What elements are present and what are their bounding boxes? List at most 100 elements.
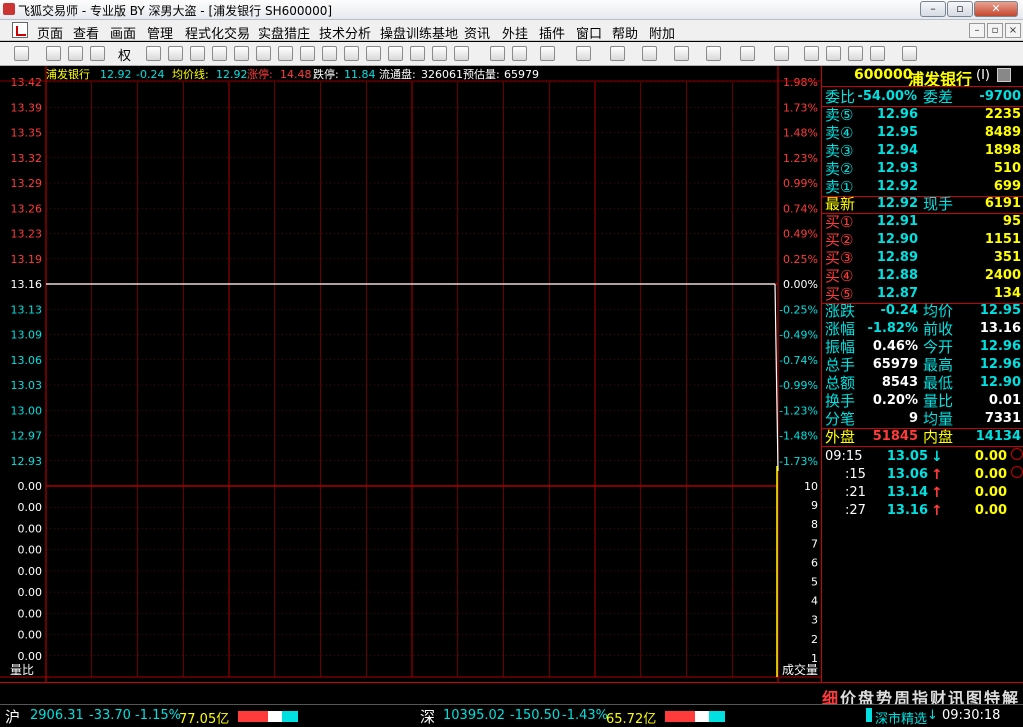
vlines-icon[interactable]: [576, 46, 591, 61]
close-button[interactable]: ✕: [974, 1, 1018, 17]
save-disk-icon[interactable]: [902, 46, 917, 61]
price-tick-label: 12.93: [11, 455, 43, 468]
ellipse-icon[interactable]: [740, 46, 755, 61]
window4-icon[interactable]: [454, 46, 469, 61]
outer-label: 外盘: [825, 428, 856, 446]
mdi-restore-button[interactable]: ▫: [987, 23, 1003, 38]
intraday-chart[interactable]: 13.42 1.98% 13.39 1.73% 13.35 1.48% 13.32 1.23%…: [0, 66, 821, 702]
buy-level-row[interactable]: 买④ 12.88 2400: [825, 267, 1021, 285]
eraser-icon[interactable]: [848, 46, 863, 61]
cursor-arrow-icon[interactable]: [490, 46, 505, 61]
rsi-icon[interactable]: [46, 46, 61, 61]
table-icon[interactable]: [190, 46, 205, 61]
menu-extra[interactable]: 附加: [649, 23, 675, 42]
sell-level-row[interactable]: 卖① 12.92 699: [825, 178, 1021, 196]
pen-icon[interactable]: [322, 46, 337, 61]
buy-price: 12.90: [876, 232, 918, 247]
buy-level-label: 买⑤: [825, 285, 854, 303]
tick-time: :15: [845, 467, 866, 482]
window1-icon[interactable]: [388, 46, 403, 61]
menu-technical-analysis[interactable]: 技术分析: [319, 23, 371, 42]
menu-screen[interactable]: 画面: [110, 23, 136, 42]
xianshou-label: 现手: [923, 195, 954, 213]
tick-row: :21 13.14 ↑ 0.00: [825, 484, 1021, 502]
divider: [822, 86, 1023, 87]
menu-live-hunting[interactable]: 实盘猎庄: [258, 23, 310, 42]
menu-plugins-ext[interactable]: 外挂: [502, 23, 528, 42]
layout-icon[interactable]: [366, 46, 381, 61]
book-icon[interactable]: [234, 46, 249, 61]
pct-tick-label: -1.73%: [779, 455, 818, 468]
grid-icon[interactable]: [344, 46, 359, 61]
window2-icon[interactable]: [410, 46, 425, 61]
buy-price: 12.88: [876, 268, 918, 283]
channel-icon[interactable]: [642, 46, 657, 61]
menu-training-base[interactable]: 操盘训练基地: [380, 23, 458, 42]
sell-level-row[interactable]: 卖③ 12.94 1898: [825, 142, 1021, 160]
weibi-value: -54.00%: [857, 89, 917, 104]
alert-bell-icon[interactable]: [300, 46, 315, 61]
weibi-label: 委比: [825, 88, 856, 106]
tick-row: 09:15 13.05 ↓ 0.00: [825, 448, 1021, 466]
menu-program-trading[interactable]: 程式化交易: [185, 23, 250, 42]
window3-icon[interactable]: [432, 46, 447, 61]
chart-type-icon[interactable]: [14, 46, 29, 61]
stat-value2: 12.96: [979, 357, 1021, 372]
menu-news[interactable]: 资讯: [464, 23, 490, 42]
volume-tick-label: 10: [804, 480, 818, 493]
buy-level-row[interactable]: 买⑤ 12.87 134: [825, 285, 1021, 303]
quan-button[interactable]: 权: [118, 45, 131, 64]
hline-icon[interactable]: [540, 46, 555, 61]
gear-icon[interactable]: [278, 46, 293, 61]
menu-manage[interactable]: 管理: [147, 23, 173, 42]
menu-window[interactable]: 窗口: [576, 23, 602, 42]
fan-icon[interactable]: [610, 46, 625, 61]
sell-volume: 1898: [984, 143, 1021, 158]
menu-view[interactable]: 查看: [73, 23, 99, 42]
price-tick-label: 13.26: [11, 202, 43, 215]
menu-page[interactable]: 页面: [37, 23, 63, 42]
copy-icon[interactable]: [804, 46, 819, 61]
header-limit-up-value: 14.48: [280, 68, 312, 81]
parallel-icon[interactable]: [674, 46, 689, 61]
text-a-icon[interactable]: [774, 46, 789, 61]
stat-value2: 0.01: [988, 393, 1021, 408]
color-palette-icon[interactable]: [870, 46, 885, 61]
chart-app-icon[interactable]: [12, 22, 28, 38]
sell-level-row[interactable]: 卖⑤ 12.96 2235: [825, 106, 1021, 124]
buy-level-row[interactable]: 买② 12.90 1151: [825, 231, 1021, 249]
rectangle-icon[interactable]: [706, 46, 721, 61]
document-icon[interactable]: [212, 46, 227, 61]
menu-addons[interactable]: 插件: [539, 23, 565, 42]
resize-icon[interactable]: [90, 46, 105, 61]
sell-volume: 699: [993, 179, 1021, 194]
ticker-text[interactable]: 深市精选: [875, 708, 927, 727]
ratio-tick-label: 0.00: [18, 544, 43, 557]
mdi-minimize-button[interactable]: –: [969, 23, 985, 38]
move-icon[interactable]: [68, 46, 83, 61]
pct-tick-label: -0.99%: [779, 379, 818, 392]
binoculars-icon[interactable]: [146, 46, 161, 61]
header-stock-name: 浦发银行: [46, 67, 90, 81]
scroll-down-icon[interactable]: [1011, 466, 1023, 478]
compare-icon[interactable]: [168, 46, 183, 61]
status-bar: 沪 2906.31 -33.70 -1.15% 77.05亿 深 10395.0…: [0, 704, 1023, 727]
line-draw-icon[interactable]: [512, 46, 527, 61]
panel-toggle-icon[interactable]: [997, 68, 1011, 82]
volume-tick-label: 7: [811, 537, 818, 550]
inner-label: 内盘: [923, 428, 954, 446]
xianshou-value: 6191: [984, 196, 1021, 211]
maximize-button[interactable]: ▫: [947, 1, 973, 17]
brush-icon[interactable]: [826, 46, 841, 61]
search-icon[interactable]: [256, 46, 271, 61]
sell-volume: 8489: [984, 125, 1021, 140]
buy-level-row[interactable]: 买① 12.91 95: [825, 213, 1021, 231]
buy-level-row[interactable]: 买③ 12.89 351: [825, 249, 1021, 267]
sell-level-row[interactable]: 卖② 12.93 510: [825, 160, 1021, 178]
sz-flat-bar: [695, 711, 709, 722]
scroll-up-icon[interactable]: [1011, 448, 1023, 460]
sell-level-row[interactable]: 卖④ 12.95 8489: [825, 124, 1021, 142]
minimize-button[interactable]: –: [920, 1, 946, 17]
menu-help[interactable]: 帮助: [612, 23, 638, 42]
mdi-close-button[interactable]: ×: [1005, 23, 1021, 38]
